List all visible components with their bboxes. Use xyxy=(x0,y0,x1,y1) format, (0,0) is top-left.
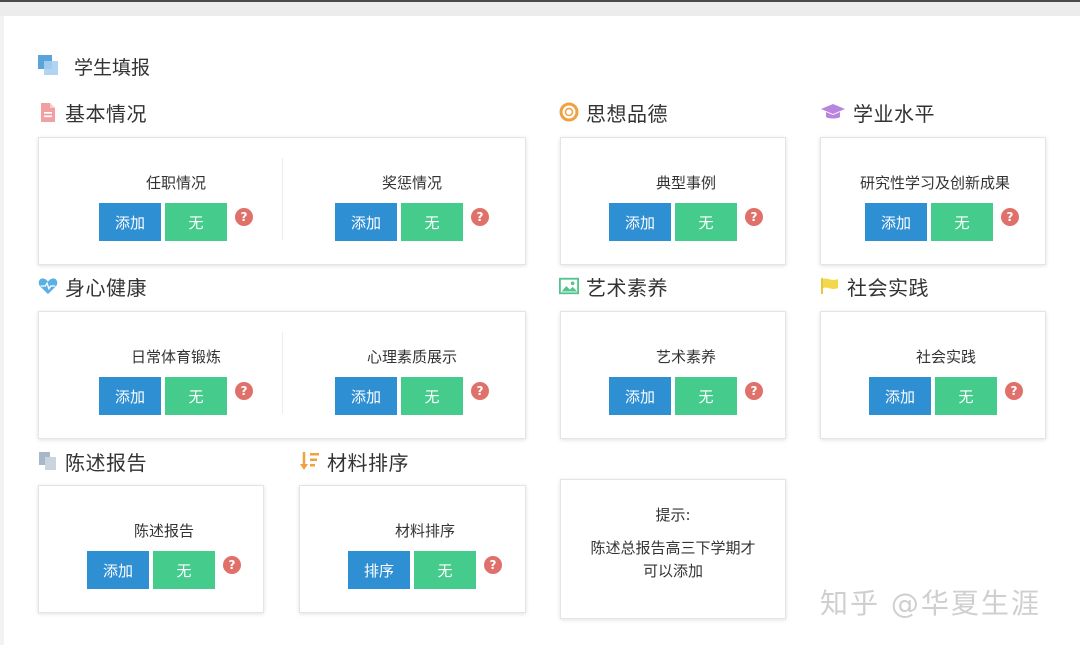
research-none-button[interactable]: 无 xyxy=(931,203,993,241)
lifebuoy-icon xyxy=(559,102,579,122)
page-header: 学生填报 xyxy=(38,54,151,79)
page-title: 学生填报 xyxy=(74,56,151,79)
layers-icon xyxy=(38,55,60,77)
item-position-label: 任职情况 xyxy=(145,174,206,192)
item-sort: 材料排序 排序 无 ? xyxy=(348,520,502,589)
image-icon xyxy=(559,276,579,296)
research-add-button[interactable]: 添加 xyxy=(865,203,927,241)
section-academic-card: 研究性学习及创新成果 添加 无 ? xyxy=(820,137,1046,265)
tip-line-1: 陈述总报告高三下学期才 xyxy=(590,539,756,557)
exercise-add-button[interactable]: 添加 xyxy=(99,377,161,415)
item-psychology: 心理素质展示 添加 无 ? xyxy=(335,346,489,415)
section-art-title: 艺术素养 xyxy=(586,275,668,300)
help-icon[interactable]: ? xyxy=(1005,382,1023,400)
item-social: 社会实践 添加 无 ? xyxy=(869,346,1023,415)
section-health-title: 身心健康 xyxy=(65,275,147,300)
item-research-label: 研究性学习及创新成果 xyxy=(859,174,1010,192)
item-art-label: 艺术素养 xyxy=(655,348,716,366)
file-icon xyxy=(38,102,58,122)
section-report-title: 陈述报告 xyxy=(65,450,147,475)
divider xyxy=(282,158,283,240)
section-academic-title: 学业水平 xyxy=(853,101,935,126)
section-health-header: 身心健康 xyxy=(38,273,147,300)
item-research: 研究性学习及创新成果 添加 无 ? xyxy=(853,172,1019,241)
sort-icon xyxy=(300,451,320,471)
exercise-none-button[interactable]: 无 xyxy=(165,377,227,415)
help-icon[interactable]: ? xyxy=(484,556,502,574)
item-typical-case: 典型事例 添加 无 ? xyxy=(609,172,763,241)
help-icon[interactable]: ? xyxy=(223,556,241,574)
help-icon[interactable]: ? xyxy=(235,382,253,400)
tip-title: 提示: xyxy=(655,506,691,524)
position-none-button[interactable]: 无 xyxy=(165,203,227,241)
item-sort-label: 材料排序 xyxy=(394,522,455,540)
item-art: 艺术素养 添加 无 ? xyxy=(609,346,763,415)
tip-line-2: 可以添加 xyxy=(642,562,703,580)
item-rewards: 奖惩情况 添加 无 ? xyxy=(335,172,489,241)
section-social-card: 社会实践 添加 无 ? xyxy=(820,311,1046,439)
tip-card: 提示: 陈述总报告高三下学期才 可以添加 xyxy=(560,479,786,619)
flag-icon xyxy=(820,276,840,296)
section-art-card: 艺术素养 添加 无 ? xyxy=(560,311,786,439)
item-psychology-label: 心理素质展示 xyxy=(366,348,457,366)
item-rewards-label: 奖惩情况 xyxy=(381,174,442,192)
social-add-button[interactable]: 添加 xyxy=(869,377,931,415)
help-icon[interactable]: ? xyxy=(745,208,763,226)
sort-none-button[interactable]: 无 xyxy=(414,551,476,589)
item-report-label: 陈述报告 xyxy=(133,522,194,540)
section-basic-card: 任职情况 添加 无 ? 奖惩情况 添加 无 ? xyxy=(38,137,526,265)
art-add-button[interactable]: 添加 xyxy=(609,377,671,415)
section-health-card: 日常体育锻炼 添加 无 ? 心理素质展示 添加 无 ? xyxy=(38,311,526,439)
position-add-button[interactable]: 添加 xyxy=(99,203,161,241)
item-social-label: 社会实践 xyxy=(915,348,976,366)
section-sort-header: 材料排序 xyxy=(300,448,409,475)
typical-case-add-button[interactable]: 添加 xyxy=(609,203,671,241)
section-morality-title: 思想品德 xyxy=(586,101,668,126)
section-morality-header: 思想品德 xyxy=(559,99,668,126)
copy-icon xyxy=(38,451,58,471)
divider xyxy=(282,332,283,414)
item-typical-case-label: 典型事例 xyxy=(655,174,716,192)
rewards-add-button[interactable]: 添加 xyxy=(335,203,397,241)
social-none-button[interactable]: 无 xyxy=(935,377,997,415)
section-social-title: 社会实践 xyxy=(847,275,929,300)
item-exercise: 日常体育锻炼 添加 无 ? xyxy=(99,346,253,415)
help-icon[interactable]: ? xyxy=(471,208,489,226)
rewards-none-button[interactable]: 无 xyxy=(401,203,463,241)
report-add-button[interactable]: 添加 xyxy=(87,551,149,589)
help-icon[interactable]: ? xyxy=(1001,208,1019,226)
psychology-none-button[interactable]: 无 xyxy=(401,377,463,415)
section-report-card: 陈述报告 添加 无 ? xyxy=(38,485,264,613)
section-sort-card: 材料排序 排序 无 ? xyxy=(299,485,526,613)
help-icon[interactable]: ? xyxy=(235,208,253,226)
sort-button[interactable]: 排序 xyxy=(348,551,410,589)
help-icon[interactable]: ? xyxy=(745,382,763,400)
section-basic-header: 基本情况 xyxy=(38,99,147,126)
psychology-add-button[interactable]: 添加 xyxy=(335,377,397,415)
tip-content: 提示: 陈述总报告高三下学期才 可以添加 xyxy=(561,504,785,583)
section-morality-card: 典型事例 添加 无 ? xyxy=(560,137,786,265)
section-academic-header: 学业水平 xyxy=(820,99,935,126)
section-art-header: 艺术素养 xyxy=(559,273,668,300)
graduation-cap-icon xyxy=(820,102,846,122)
watermark: 知乎 @华夏生涯 xyxy=(820,587,1041,620)
window-top-bar xyxy=(0,0,1080,16)
section-social-header: 社会实践 xyxy=(820,273,929,300)
art-none-button[interactable]: 无 xyxy=(675,377,737,415)
report-none-button[interactable]: 无 xyxy=(153,551,215,589)
section-sort-title: 材料排序 xyxy=(327,450,409,475)
item-exercise-label: 日常体育锻炼 xyxy=(130,348,221,366)
heartbeat-icon xyxy=(38,276,58,296)
item-position: 任职情况 添加 无 ? xyxy=(99,172,253,241)
help-icon[interactable]: ? xyxy=(471,382,489,400)
section-basic-title: 基本情况 xyxy=(65,101,147,126)
section-report-header: 陈述报告 xyxy=(38,448,147,475)
item-report: 陈述报告 添加 无 ? xyxy=(87,520,241,589)
typical-case-none-button[interactable]: 无 xyxy=(675,203,737,241)
